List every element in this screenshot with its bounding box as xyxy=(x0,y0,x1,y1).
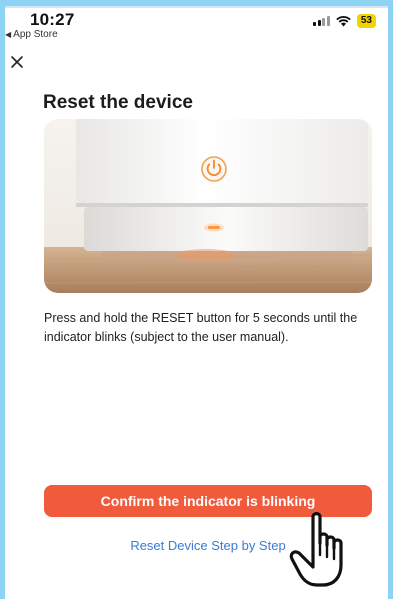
back-triangle-icon: ◀ xyxy=(5,30,12,39)
confirm-button-label: Confirm the indicator is blinking xyxy=(100,493,316,509)
status-bar: 10:27 ◀ App Store 53 xyxy=(5,6,388,48)
page-title: Reset the device xyxy=(43,92,193,113)
back-app-label: App Store xyxy=(13,29,58,40)
close-button[interactable] xyxy=(5,50,29,74)
app-screen: 10:27 ◀ App Store 53 Reset the device Pr… xyxy=(5,6,388,599)
wifi-icon xyxy=(336,15,351,27)
pointer-hand-icon xyxy=(289,512,343,587)
status-time: 10:27 xyxy=(30,10,75,29)
close-icon xyxy=(11,56,23,68)
signal-bars-icon xyxy=(313,16,330,26)
device-illustration xyxy=(44,119,372,293)
instruction-text: Press and hold the RESET button for 5 se… xyxy=(44,311,358,344)
back-to-app-store[interactable]: ◀ App Store xyxy=(5,29,58,40)
battery-indicator: 53 xyxy=(356,14,376,28)
status-icons: 53 xyxy=(313,14,376,28)
